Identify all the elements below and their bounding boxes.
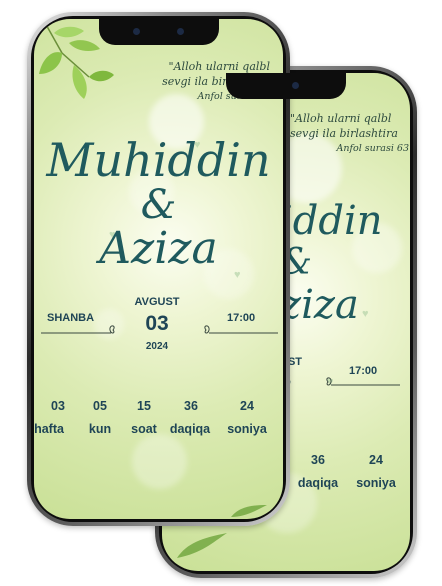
countdown-seconds-label: soniya	[356, 476, 396, 490]
quote-block: "Alloh ularni qalbl sevgi ila birlashtir…	[290, 111, 410, 156]
quote-line-1: "Alloh ularni qalbl	[290, 112, 392, 125]
groom-name: Muhiddin	[46, 133, 271, 187]
scroll-ornament-right	[200, 323, 280, 337]
leaf-icon	[231, 505, 267, 517]
scroll-ornament-right	[322, 375, 404, 389]
month-label: AVGUST	[134, 296, 180, 308]
countdown-hours-value: 15	[137, 399, 151, 413]
countdown-minutes-label: daqiqa	[169, 422, 211, 436]
countdown-days-value: 05	[93, 399, 107, 413]
bride-name: Aziza	[99, 223, 218, 274]
day-number: 03	[145, 312, 169, 335]
leaf-icon	[177, 533, 227, 558]
notch	[226, 73, 346, 99]
countdown-seconds-value: 24	[240, 399, 254, 413]
camera-icon	[292, 82, 299, 89]
year-label: 2024	[145, 341, 169, 352]
countdown-minutes-value: 36	[184, 399, 198, 413]
countdown-seconds-value: 24	[369, 453, 383, 467]
countdown-weeks-label: hafta	[34, 422, 64, 436]
groom-name: iddin	[280, 198, 383, 244]
bride-name: ziza	[280, 282, 359, 328]
scroll-ornament-left	[39, 323, 119, 337]
countdown-minutes-label: daqiqa	[297, 476, 339, 490]
camera-icon	[176, 28, 184, 35]
heart-icon: ♥	[362, 308, 369, 320]
quote-line-2: sevgi ila birlashtira	[290, 127, 398, 140]
ampersand: &	[140, 182, 177, 228]
quote-line-1: "Alloh ularni qalbl	[168, 60, 270, 73]
countdown-minutes-value: 36	[311, 453, 325, 467]
countdown-seconds-label: soniya	[227, 422, 267, 436]
notch	[98, 19, 219, 45]
speaker-icon	[132, 28, 140, 35]
quote-source: Anfol surasi 63	[336, 143, 410, 154]
countdown-weeks-value: 03	[51, 399, 65, 413]
